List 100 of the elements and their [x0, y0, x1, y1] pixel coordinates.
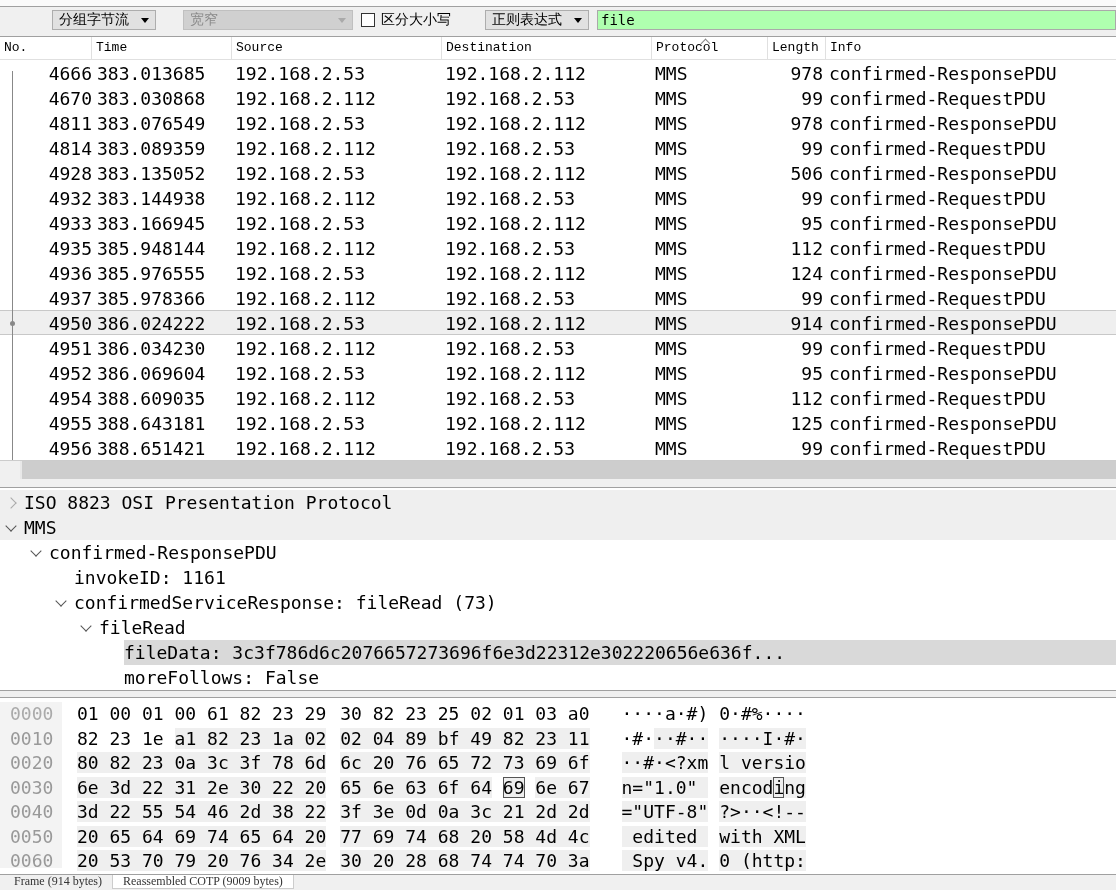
packet-row[interactable]: 4950 386.024222 192.168.2.53 192.168.2.112 MMS 914 confirmed-ResponsePDU: [0, 310, 1116, 335]
search-type-dropdown[interactable]: 正则表达式: [485, 10, 589, 30]
tree-item[interactable]: invokeID: 1161: [74, 565, 226, 590]
byte-text: 20 53 70 79 20 76 34 2e: [77, 850, 327, 871]
table-cell-text: 4935: [47, 237, 93, 259]
packet-row[interactable]: 4956 388.651421 192.168.2.112 192.168.2.53 MMS 99 confirmed-RequestPDU: [0, 435, 1116, 460]
packet-row[interactable]: 4814 383.089359 192.168.2.112 192.168.2.53 MMS 99 confirmed-RequestPDU: [0, 135, 1116, 160]
column-header[interactable]: Length: [768, 37, 826, 59]
packet-row[interactable]: 4670 383.030868 192.168.2.112 192.168.2.53 MMS 99 confirmed-RequestPDU: [0, 85, 1116, 110]
table-cell-text: MMS: [654, 262, 689, 284]
table-cell-text: 99: [800, 287, 824, 309]
table-cell-text: MMS: [654, 412, 689, 434]
table-cell-text: confirmed-RequestPDU: [828, 237, 1047, 259]
table-cell-text: 978: [789, 112, 824, 134]
byte-offset: 0030: [10, 775, 55, 800]
table-cell-text: MMS: [654, 137, 689, 159]
column-header[interactable]: Time: [92, 37, 232, 59]
table-cell-text: 978: [789, 62, 824, 84]
search-field[interactable]: file: [597, 10, 1116, 30]
tree-item[interactable]: fileRead: [99, 615, 186, 640]
tree-item[interactable]: confirmed-ResponsePDU: [49, 540, 277, 565]
byte-text: 80 82 23 0a 3c 3f 78 6d: [77, 752, 327, 773]
table-cell-text: 192.168.2.112: [444, 62, 587, 84]
packet-row[interactable]: 4937 385.978366 192.168.2.112 192.168.2.53 MMS 99 confirmed-RequestPDU: [0, 285, 1116, 310]
byte-text: ·#·: [621, 727, 655, 749]
checkbox-label: 区分大小写: [381, 11, 451, 29]
table-cell-text: 4956: [47, 437, 93, 459]
byte-text: ··#·<?xm: [621, 752, 709, 773]
table-cell-text: 192.168.2.112: [444, 412, 587, 434]
table-cell-text: 192.168.2.53: [234, 412, 367, 434]
table-cell-text: MMS: [654, 237, 689, 259]
table-cell-text: 192.168.2.112: [234, 87, 377, 109]
table-cell-text: MMS: [654, 187, 689, 209]
column-header[interactable]: Info: [826, 37, 1116, 59]
byte-text: with XML: [719, 825, 806, 847]
table-cell-text: confirmed-ResponsePDU: [828, 412, 1058, 434]
table-cell-text: 383.013685: [96, 62, 207, 84]
table-cell-text: 4955: [47, 412, 93, 434]
table-cell-text: 124: [789, 262, 824, 284]
table-cell-text: 386.069604: [96, 362, 207, 384]
case-sensitive-checkbox[interactable]: [361, 13, 375, 27]
table-cell-text: 383.166945: [96, 212, 207, 234]
packet-row[interactable]: 4951 386.034230 192.168.2.112 192.168.2.53 MMS 99 confirmed-RequestPDU: [0, 335, 1116, 360]
packet-row[interactable]: 4811 383.076549 192.168.2.53 192.168.2.112 MMS 978 confirmed-ResponsePDU: [0, 110, 1116, 135]
packet-row[interactable]: 4666 383.013685 192.168.2.53 192.168.2.112 MMS 978 confirmed-ResponsePDU: [0, 60, 1116, 85]
table-cell-text: 192.168.2.53: [234, 112, 367, 134]
bytes-tab[interactable]: Reassembled COTP (9009 bytes): [112, 875, 294, 889]
tree-item[interactable]: MMS: [24, 515, 57, 540]
table-cell-text: 192.168.2.53: [234, 62, 367, 84]
table-cell-text: 192.168.2.53: [444, 387, 577, 409]
table-cell-text: 383.089359: [96, 137, 207, 159]
byte-offset: 0000: [10, 702, 55, 726]
tree-item[interactable]: fileData: 3c3f786d6c2076657273696f6e3d22312e302220656e636f...: [124, 640, 1116, 665]
caret-icon: [338, 17, 346, 23]
table-cell-text: 4950: [47, 312, 93, 334]
bytes-tab[interactable]: Frame (914 bytes): [4, 875, 112, 889]
packet-row[interactable]: 4954 388.609035 192.168.2.112 192.168.2.53 MMS 112 confirmed-RequestPDU: [0, 385, 1116, 410]
table-cell-text: 4933: [47, 212, 93, 234]
table-cell-text: MMS: [654, 162, 689, 184]
table-cell-text: confirmed-RequestPDU: [828, 287, 1047, 309]
table-cell-text: 192.168.2.53: [444, 437, 577, 459]
table-cell-text: confirmed-ResponsePDU: [828, 62, 1058, 84]
byte-text: 01 00 01 00 61 82 23 29: [77, 703, 327, 724]
table-cell-text: MMS: [654, 312, 689, 334]
table-cell-text: 192.168.2.53: [444, 137, 577, 159]
column-header[interactable]: Source: [232, 37, 442, 59]
packet-row[interactable]: 4955 388.643181 192.168.2.53 192.168.2.112 MMS 125 confirmed-ResponsePDU: [0, 410, 1116, 435]
table-cell-text: MMS: [654, 287, 689, 309]
table-cell-text: MMS: [654, 212, 689, 234]
tree-item[interactable]: confirmedServiceResponse: fileRead (73): [74, 590, 497, 615]
column-header[interactable]: No.: [0, 37, 92, 59]
tree-item[interactable]: moreFollows: False: [124, 665, 320, 690]
byte-text: edited: [621, 825, 709, 847]
table-cell-text: confirmed-RequestPDU: [828, 337, 1047, 359]
packet-row[interactable]: 4933 383.166945 192.168.2.53 192.168.2.112 MMS 95 confirmed-ResponsePDU: [0, 210, 1116, 235]
column-header[interactable]: Destination: [442, 37, 652, 59]
table-cell-text: 192.168.2.112: [444, 112, 587, 134]
packet-row[interactable]: 4936 385.976555 192.168.2.53 192.168.2.112 MMS 124 confirmed-ResponsePDU: [0, 260, 1116, 285]
table-cell-text: 95: [800, 362, 824, 384]
packet-row[interactable]: 4952 386.069604 192.168.2.53 192.168.2.112 MMS 95 confirmed-ResponsePDU: [0, 360, 1116, 385]
byte-text: 77 69 74 68 20 58 4d 4c: [340, 825, 590, 847]
table-cell-text: 4954: [47, 387, 93, 409]
search-in-dropdown[interactable]: 分组字节流: [52, 10, 156, 30]
cursor-byte: i: [773, 776, 785, 798]
byte-text: l versio: [719, 752, 806, 773]
table-cell-text: confirmed-ResponsePDU: [828, 312, 1058, 334]
table-cell-text: 506: [789, 162, 824, 184]
byte-text: encod: [719, 776, 774, 798]
packet-row[interactable]: 4932 383.144938 192.168.2.112 192.168.2.53 MMS 99 confirmed-RequestPDU: [0, 185, 1116, 210]
packet-row[interactable]: 4935 385.948144 192.168.2.112 192.168.2.53 MMS 112 confirmed-RequestPDU: [0, 235, 1116, 260]
table-cell-text: confirmed-ResponsePDU: [828, 362, 1058, 384]
byte-text: 30 20 28 68 74 74 70 3a: [340, 850, 590, 871]
table-cell-text: 192.168.2.112: [444, 212, 587, 234]
table-cell-text: 192.168.2.53: [234, 212, 367, 234]
column-header[interactable]: Protocol: [652, 37, 768, 59]
caret-icon: [141, 17, 149, 23]
byte-text: 6c 20 76 65 72 73 69 6f: [340, 752, 590, 773]
caret-icon: [574, 17, 582, 23]
packet-row[interactable]: 4928 383.135052 192.168.2.53 192.168.2.112 MMS 506 confirmed-ResponsePDU: [0, 160, 1116, 185]
table-cell-text: confirmed-RequestPDU: [828, 137, 1047, 159]
